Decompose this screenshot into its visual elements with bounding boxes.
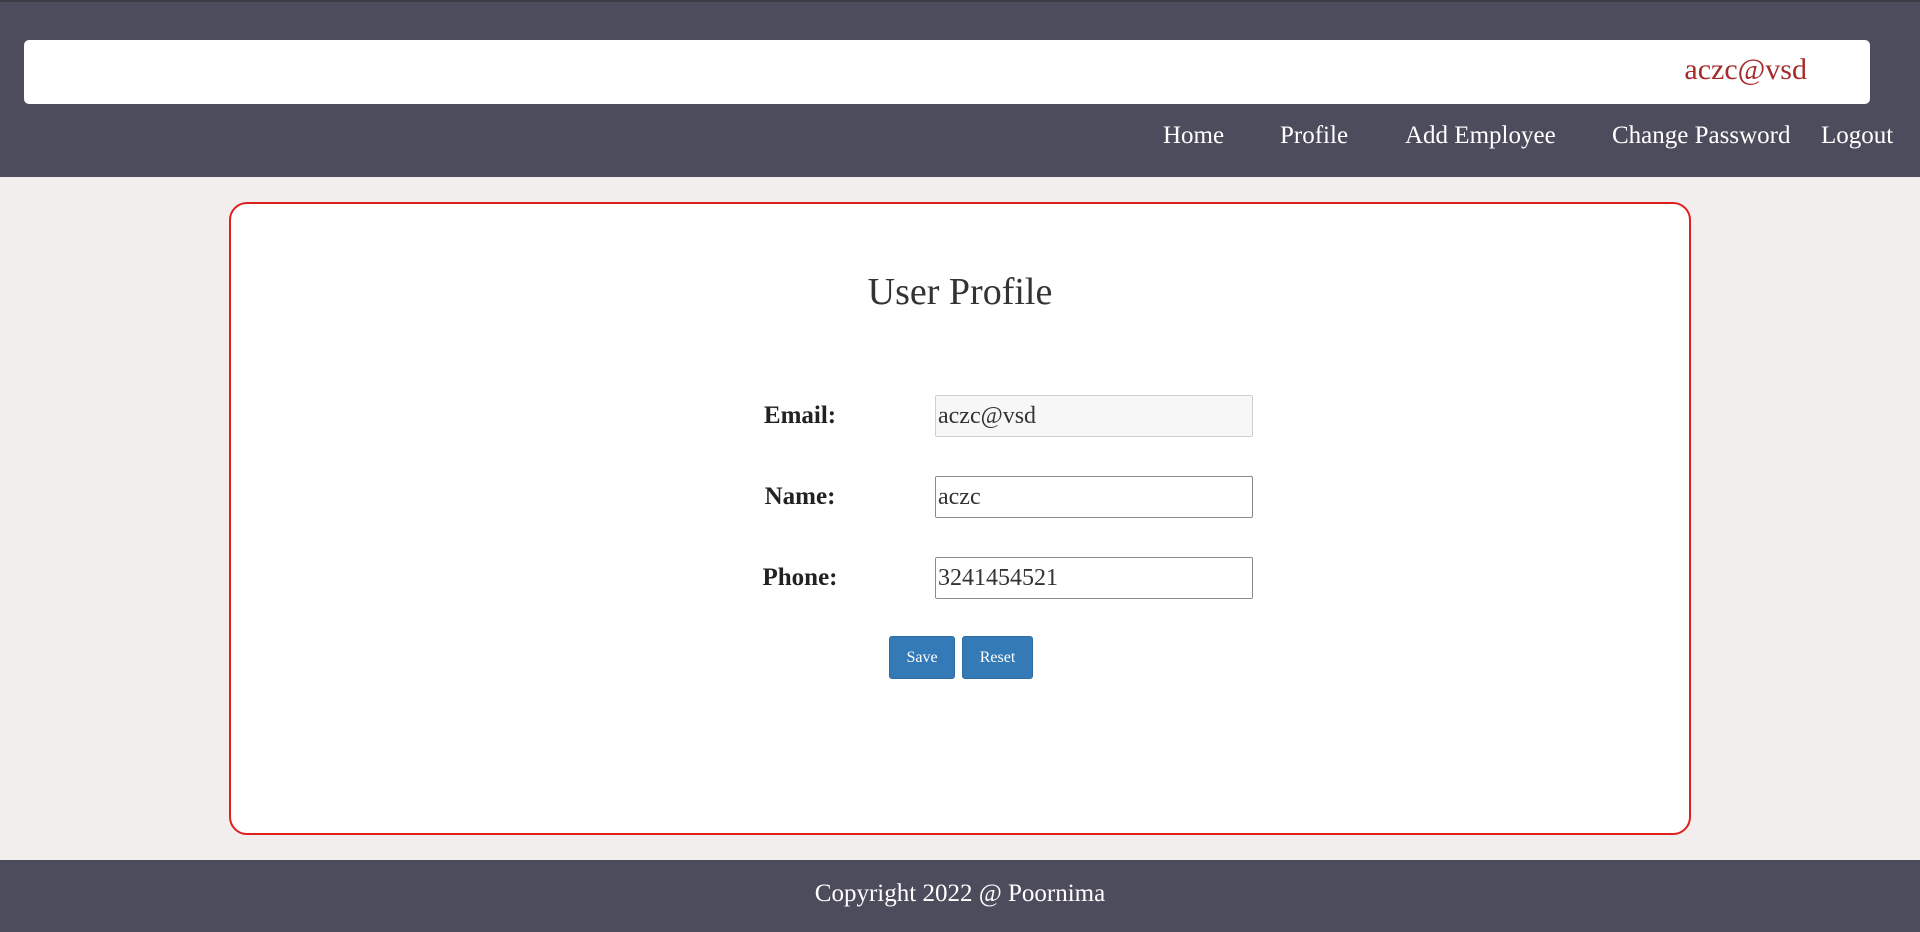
nav-profile[interactable]: Profile [1280, 118, 1348, 154]
name-field[interactable] [935, 476, 1253, 518]
save-button[interactable]: Save [889, 636, 955, 679]
profile-card: User Profile Email: Name: Phone: Save Re… [229, 202, 1691, 835]
phone-field[interactable] [935, 557, 1253, 599]
nav-home[interactable]: Home [1163, 118, 1224, 154]
main-nav: Home Profile Add Employee Change Passwor… [0, 118, 1920, 154]
copyright-text: Copyright 2022 @ Poornima [814, 880, 1106, 907]
footer: Copyright 2022 @ Poornima [0, 860, 1920, 932]
email-field[interactable] [935, 395, 1253, 437]
email-label: Email: [763, 402, 837, 429]
user-bar: aczc@vsd [24, 40, 1870, 104]
name-label: Name: [764, 483, 836, 510]
page-title: User Profile [867, 271, 1053, 313]
reset-button[interactable]: Reset [962, 636, 1033, 679]
nav-logout[interactable]: Logout [1821, 118, 1893, 154]
phone-label: Phone: [762, 564, 838, 591]
nav-add-employee[interactable]: Add Employee [1405, 118, 1556, 154]
user-email: aczc@vsd [1684, 53, 1807, 86]
nav-change-password[interactable]: Change Password [1612, 118, 1790, 154]
header: aczc@vsd Home Profile Add Employee Chang… [0, 0, 1920, 177]
